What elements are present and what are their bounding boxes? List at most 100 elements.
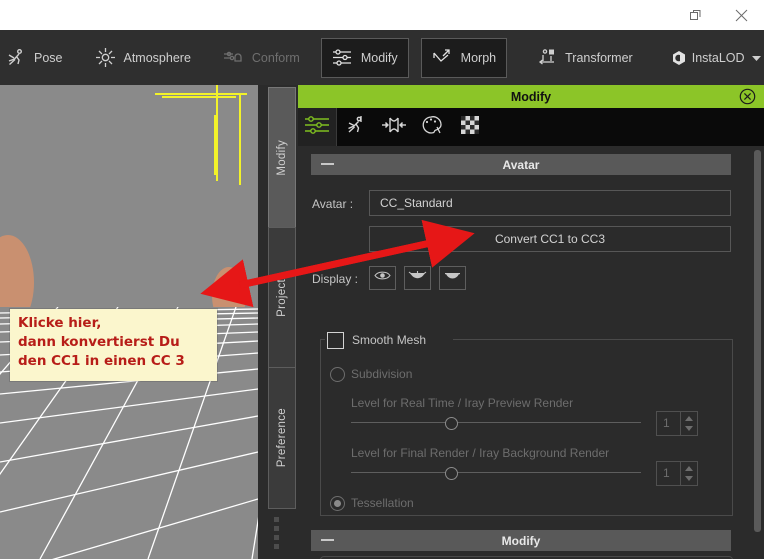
modify-panel: Modify Avatar Avatar: CC_Standard Conve… [298, 85, 764, 559]
sidebar-tab-project-label: Project [276, 279, 288, 317]
slider-track-final[interactable] [351, 472, 641, 473]
subdivision-radio[interactable] [330, 367, 345, 382]
spinner-realtime-value: 1 [663, 416, 670, 430]
conform-icon [223, 47, 245, 69]
spin-up-icon [685, 466, 693, 471]
panel-tool-modify-sliders[interactable] [298, 108, 337, 146]
spin-down-icon [685, 476, 693, 481]
spinner-realtime-buttons[interactable] [680, 411, 698, 436]
toolbar-label-conform: Conform [251, 50, 300, 65]
toolbar-label-morph: Morph [460, 50, 497, 65]
morph-icon [432, 47, 454, 69]
toolbar-label-instalod: InstaLOD [691, 50, 745, 65]
display-button-eye[interactable] [369, 266, 396, 290]
sidebar-tab-modify-label: Modify [276, 140, 288, 176]
toolbar-item-pose[interactable]: Pose [0, 39, 72, 77]
transformer-icon [536, 47, 558, 69]
sidebar-tab-modify[interactable]: Modify [268, 87, 296, 229]
modify-panel-icon-toolbar [298, 108, 764, 146]
slider-knob-realtime[interactable] [445, 417, 458, 430]
modify-sliders-icon [304, 114, 330, 141]
panel-tool-pose[interactable] [337, 108, 375, 146]
close-panel-icon[interactable] [739, 88, 756, 105]
restore-window-button[interactable] [672, 0, 718, 30]
selection-wire-v1 [216, 85, 218, 181]
display-button-eyelid[interactable] [439, 266, 466, 290]
panel-drag-handle[interactable] [274, 517, 279, 553]
sidebar-tab-project[interactable]: Project [268, 227, 296, 369]
morph-shape-icon [381, 114, 407, 141]
eyelash-icon [408, 269, 427, 287]
material-palette-icon [420, 114, 444, 141]
3d-viewport[interactable]: Klicke hier, dann konvertierst Du den CC… [0, 85, 258, 559]
section-title-modify: Modify [501, 533, 541, 548]
panel-side-tabs: Modify Project Preference [258, 85, 298, 559]
instalod-icon [671, 50, 687, 66]
texture-checker-icon [459, 114, 481, 141]
tessellation-radio[interactable] [330, 496, 345, 511]
eyelid-icon [444, 269, 461, 287]
toolbar-item-conform: Conform [214, 39, 309, 77]
sidebar-tab-preference[interactable]: Preference [268, 367, 296, 509]
modify-sliders-icon [332, 47, 354, 69]
modify-panel-titlebar: Modify [298, 85, 764, 108]
window-title-strip [0, 0, 764, 30]
eye-icon [374, 269, 391, 287]
collapse-minus-icon[interactable] [321, 539, 334, 541]
selection-wire-v3 [239, 95, 241, 185]
spinner-final[interactable]: 1 [656, 461, 698, 486]
selection-wire-h2 [162, 96, 236, 98]
annotation-note: Klicke hier, dann konvertierst Du den CC… [10, 309, 217, 381]
slider-track-realtime[interactable] [351, 422, 641, 423]
spinner-final-value: 1 [663, 466, 670, 480]
panel-tool-material[interactable] [413, 108, 451, 146]
selection-wire-v2 [214, 115, 216, 175]
tessellation-label: Tessellation [351, 496, 414, 510]
slider-label-realtime: Level for Real Time / Iray Preview Rende… [351, 396, 574, 410]
subdivision-label: Subdivision [351, 367, 413, 381]
display-button-eyelash[interactable] [404, 266, 431, 290]
pose-figure-icon [345, 114, 367, 141]
toolbar-label-pose: Pose [34, 50, 63, 65]
viewport-upper [0, 85, 258, 330]
toolbar-item-instalod[interactable]: InstaLOD [662, 39, 764, 77]
toolbar-label-transformer: Transformer [565, 50, 633, 65]
avatar-name-value: CC_Standard [380, 196, 453, 210]
chevron-down-icon[interactable] [751, 51, 761, 65]
section-header-modify[interactable]: Modify [311, 530, 731, 551]
annotation-note-text: Klicke hier, dann konvertierst Du den CC… [18, 315, 185, 369]
toolbar-label-atmosphere: Atmosphere [123, 50, 191, 65]
modify-panel-body: Avatar Avatar : CC_Standard Convert CC1 … [298, 146, 764, 559]
pose-icon [5, 47, 27, 69]
display-label: Display : [312, 272, 359, 286]
spinner-realtime[interactable]: 1 [656, 411, 698, 436]
avatar-name-field[interactable]: CC_Standard [369, 190, 731, 216]
toolbar-item-transformer[interactable]: Transformer [527, 39, 642, 77]
panel-scrollbar-thumb[interactable] [754, 150, 761, 532]
panel-scrollbar[interactable] [751, 146, 764, 559]
spinner-final-buttons[interactable] [680, 461, 698, 486]
slider-knob-final[interactable] [445, 467, 458, 480]
modify-panel-title: Modify [510, 89, 552, 104]
spin-down-icon [685, 426, 693, 431]
toolbar-item-morph[interactable]: Morph [420, 37, 508, 78]
panel-tool-morph[interactable] [375, 108, 413, 146]
main-toolbar: Pose Atmosphere Conform Modify Morph Tra… [0, 30, 764, 86]
toolbar-item-modify[interactable]: Modify [320, 37, 409, 78]
slider-label-final: Level for Final Render / Iray Background… [351, 446, 610, 460]
toolbar-item-atmosphere[interactable]: Atmosphere [86, 39, 200, 77]
avatar-field-label: Avatar : [312, 197, 354, 211]
convert-button-label: Convert CC1 to CC3 [494, 232, 606, 246]
selection-wire-h1 [155, 93, 247, 95]
section-title-avatar: Avatar [502, 157, 540, 172]
smooth-mesh-checkbox[interactable] [327, 332, 344, 349]
close-window-button[interactable] [718, 0, 764, 30]
panel-tool-texture[interactable] [451, 108, 489, 146]
convert-cc1-to-cc3-button[interactable]: Convert CC1 to CC3 [369, 226, 731, 252]
section-header-avatar[interactable]: Avatar [311, 154, 731, 175]
sidebar-tab-preference-label: Preference [276, 408, 288, 468]
atmosphere-icon [95, 47, 117, 69]
collapse-minus-icon[interactable] [321, 163, 334, 165]
application-window: Pose Atmosphere Conform Modify Morph Tra… [0, 0, 764, 559]
spin-up-icon [685, 416, 693, 421]
